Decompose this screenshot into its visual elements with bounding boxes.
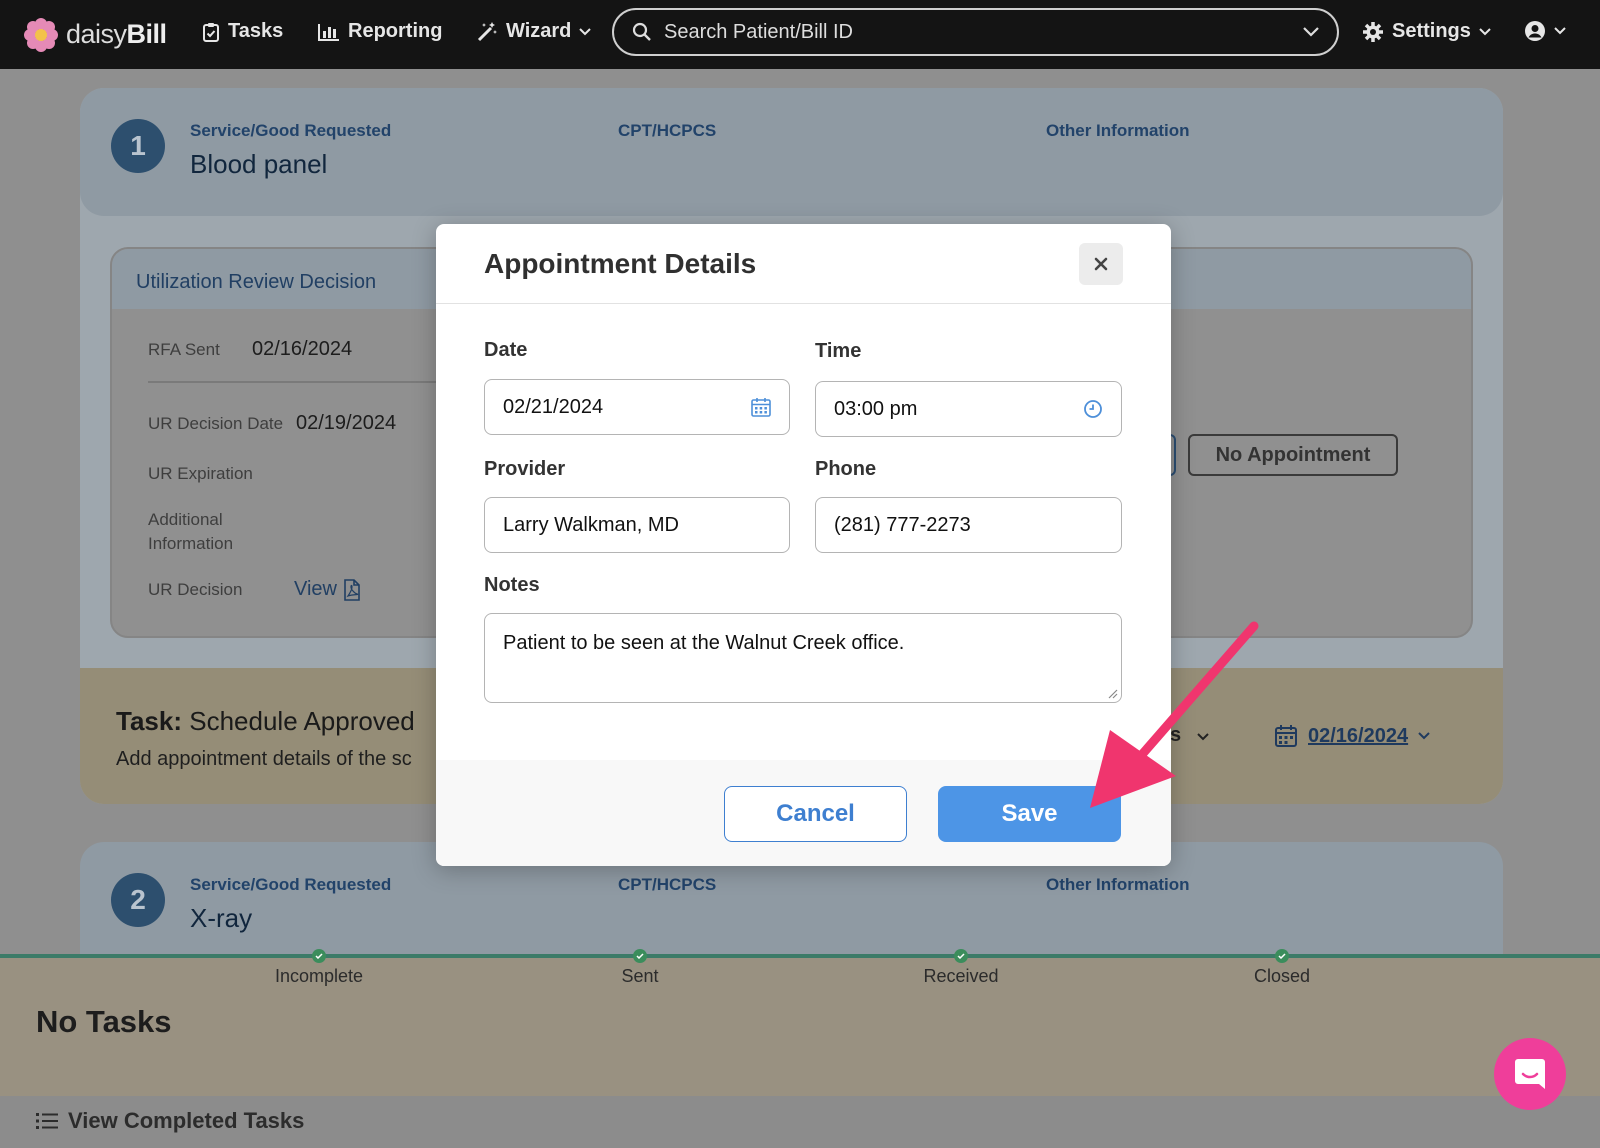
date-value: 02/21/2024	[503, 395, 604, 418]
time-field[interactable]: 03:00 pm	[815, 381, 1122, 437]
cancel-button[interactable]: Cancel	[724, 786, 907, 842]
status-step-sent: Sent	[621, 966, 659, 986]
tasks-bottom-panel	[0, 954, 1600, 1096]
chat-launcher-button[interactable]	[1494, 1038, 1566, 1110]
appointment-details-modal: Appointment Details Date 02/21/2024 Time…	[436, 224, 1171, 866]
provider-field[interactable]: Larry Walkman, MD	[484, 497, 790, 553]
time-label: Time	[815, 340, 862, 362]
status-step-received: Received	[923, 966, 999, 986]
annotation-arrow	[1090, 621, 1259, 808]
nav-reporting[interactable]: Reporting	[318, 20, 442, 43]
date-label: Date	[484, 339, 528, 361]
nav-reporting-label: Reporting	[348, 20, 443, 42]
date-field[interactable]: 02/21/2024	[484, 379, 790, 435]
status-check-icon	[1275, 949, 1289, 963]
modal-header: Appointment Details	[436, 224, 1171, 304]
patient-bill-search[interactable]: Search Patient/Bill ID	[612, 8, 1339, 56]
status-check-icon	[954, 949, 968, 963]
bar-chart-icon	[318, 23, 339, 41]
provider-value: Larry Walkman, MD	[503, 513, 679, 536]
service-value: X-ray	[190, 903, 253, 933]
task-due-date: 02/16/2024	[1308, 724, 1409, 747]
task-prefix: Task:	[116, 706, 182, 736]
ur-expiration-label: UR Expiration	[148, 464, 253, 483]
close-icon	[1094, 257, 1108, 271]
chevron-down-icon	[1479, 27, 1491, 35]
search-input[interactable]: Search Patient/Bill ID	[664, 21, 1303, 44]
chevron-down-icon	[1554, 27, 1566, 35]
service-label: Service/Good Requested	[190, 875, 392, 894]
chevron-down-icon[interactable]	[1303, 27, 1319, 37]
no-appointment-button[interactable]: No Appointment	[1188, 434, 1398, 476]
top-navbar: daisyBill Tasks Reporting Wizard Search …	[0, 0, 1600, 69]
user-avatar-icon	[1525, 21, 1545, 41]
clock-icon[interactable]	[1083, 399, 1103, 419]
ur-decision-date-label: UR Decision Date	[148, 414, 284, 433]
other-info-label: Other Information	[1046, 121, 1190, 140]
logo-text-light: daisy	[66, 19, 127, 49]
no-tasks-heading: No Tasks	[36, 1004, 172, 1039]
view-link-label: View	[294, 578, 337, 600]
rfa-sent-label: RFA Sent	[148, 340, 220, 359]
phone-label: Phone	[815, 458, 877, 480]
chat-icon	[1515, 1059, 1545, 1089]
nav-settings-dropdown[interactable]: Settings	[1362, 20, 1491, 43]
magic-wand-icon	[477, 21, 497, 41]
task-due-date-dropdown[interactable]: 02/16/2024	[1274, 724, 1430, 748]
task-title: Task: Schedule Approved	[116, 706, 415, 737]
gear-icon	[1363, 21, 1383, 42]
app-logo[interactable]: daisyBill	[24, 17, 168, 52]
status-progress-line	[0, 954, 1600, 958]
nav-wizard-dropdown[interactable]: Wizard	[476, 20, 592, 43]
additional-info-label-1: Additional	[148, 510, 223, 529]
status-check-icon	[633, 949, 647, 963]
clipboard-check-icon	[203, 22, 219, 42]
view-completed-label: View Completed Tasks	[68, 1108, 305, 1133]
step-number-badge: 2	[111, 873, 165, 927]
time-value: 03:00 pm	[834, 397, 918, 420]
phone-field[interactable]: (281) 777-2273	[815, 497, 1122, 553]
nav-tasks[interactable]: Tasks	[202, 20, 283, 43]
notes-label: Notes	[484, 574, 540, 596]
pdf-file-icon	[344, 578, 360, 601]
status-step-closed: Closed	[1253, 966, 1311, 986]
other-info-label: Other Information	[1046, 875, 1190, 894]
view-ur-decision-link[interactable]: View	[294, 578, 361, 601]
notes-value: Patient to be seen at the Walnut Creek o…	[503, 632, 905, 654]
nav-settings-label: Settings	[1392, 20, 1471, 42]
view-completed-tasks-link[interactable]: View Completed Tasks	[36, 1108, 304, 1134]
logo-text-bold: Bill	[126, 19, 168, 49]
nav-wizard-label: Wizard	[506, 20, 572, 42]
status-step-incomplete: Incomplete	[274, 966, 364, 986]
calendar-icon	[1275, 725, 1297, 747]
notes-textarea[interactable]: Patient to be seen at the Walnut Creek o…	[484, 613, 1122, 703]
ur-decision-date-value: 02/19/2024	[296, 412, 397, 434]
close-modal-button[interactable]	[1079, 243, 1123, 285]
provider-label: Provider	[484, 458, 566, 480]
additional-info-label-2: Information	[148, 534, 234, 553]
chevron-down-icon	[1418, 732, 1430, 740]
daisy-flower-icon	[24, 17, 58, 52]
status-check-icon	[312, 949, 326, 963]
nav-tasks-label: Tasks	[228, 20, 284, 42]
service-value: Blood panel	[190, 149, 328, 179]
task-name: Schedule Approved	[189, 706, 415, 736]
ur-decision-label: UR Decision	[148, 580, 243, 599]
rfa-sent-value: 02/16/2024	[252, 338, 353, 360]
ur-panel-title: Utilization Review Decision	[136, 271, 377, 293]
chevron-down-icon	[579, 27, 592, 35]
service-label: Service/Good Requested	[190, 121, 392, 140]
modal-title: Appointment Details	[484, 248, 757, 279]
task-description: Add appointment details of the sc	[116, 748, 412, 770]
list-icon	[36, 1113, 58, 1129]
step-number-badge: 1	[111, 119, 165, 173]
divider	[148, 381, 448, 383]
calendar-icon[interactable]	[751, 397, 771, 417]
phone-value: (281) 777-2273	[834, 513, 971, 536]
user-menu-dropdown[interactable]	[1524, 20, 1566, 42]
cpt-label: CPT/HCPCS	[618, 875, 717, 894]
cpt-label: CPT/HCPCS	[618, 121, 717, 140]
search-icon	[632, 22, 651, 41]
